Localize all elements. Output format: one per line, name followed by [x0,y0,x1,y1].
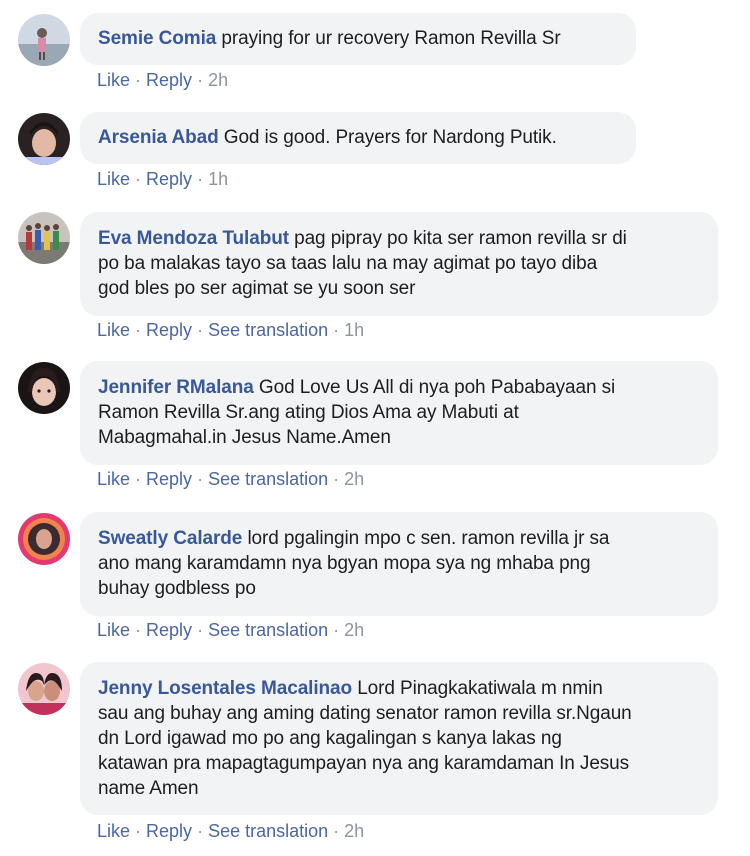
comment-text: Mabagmahal.in Jesus Name.Amen [98,427,391,448]
separator: · [333,821,340,841]
comment-actions: Like · Reply · 2h [97,69,228,91]
separator: · [135,169,142,189]
like-button[interactable]: Like [97,821,130,841]
comment-line: Jennifer RMalana God Love Us All di nya … [98,375,700,400]
like-button[interactable]: Like [97,169,130,189]
separator: · [135,320,142,340]
comment-text: God Love Us All di nya poh Pababayaan si [258,377,616,398]
comment-text: pag pipray po kita ser ramon revilla sr … [294,228,627,249]
avatar[interactable] [18,513,70,565]
comment-bubble: Sweatly Calarde lord pgalingin mpo c sen… [80,512,718,616]
comment-text: Ramon Revilla Sr.ang ating Dios Ama ay M… [98,402,519,423]
timestamp[interactable]: 2h [208,70,228,90]
like-button[interactable]: Like [97,320,130,340]
like-button[interactable]: Like [97,620,130,640]
see-translation-link[interactable]: See translation [208,469,328,489]
separator: · [197,469,204,489]
comment-text: po ba malakas tayo sa taas lalu na may a… [98,253,598,274]
timestamp[interactable]: 2h [344,821,364,841]
comment-text: Lord Pinagkakatiwala m nmin [357,678,603,699]
avatar[interactable] [18,212,70,264]
comment-actions: Like · Reply · See translation · 2h [97,619,364,641]
comment-author[interactable]: Jennifer RMalana [98,377,254,398]
reply-button[interactable]: Reply [146,620,192,640]
separator: · [333,469,340,489]
comment-list: Semie Comia praying for ur recovery Ramo… [0,0,750,856]
comment-author[interactable]: Jenny Losentales Macalinao [98,678,352,699]
reply-button[interactable]: Reply [146,169,192,189]
avatar[interactable] [18,663,70,715]
comment-text: ano mang karamdamn nya bgyan mopa sya ng… [98,553,591,574]
separator: · [333,320,340,340]
comment-actions: Like · Reply · See translation · 2h [97,820,364,842]
comment-text: buhay godbless po [98,578,256,599]
separator: · [135,620,142,640]
see-translation-link[interactable]: See translation [208,320,328,340]
reply-button[interactable]: Reply [146,320,192,340]
comment-author[interactable]: Semie Comia [98,28,216,49]
comment-bubble: Semie Comia praying for ur recovery Ramo… [80,13,636,65]
separator: · [135,821,142,841]
comment-bubble: Jenny Losentales Macalinao Lord Pinagkak… [80,662,718,815]
timestamp[interactable]: 1h [344,320,364,340]
comment-text: dn Lord igawad mo po ang kagalingan s ka… [98,728,562,749]
comment-line: Eva Mendoza Tulabut pag pipray po kita s… [98,226,700,251]
comment-text: lord pgalingin mpo c sen. ramon revilla … [247,528,610,549]
separator: · [197,70,204,90]
separator: · [135,70,142,90]
see-translation-link[interactable]: See translation [208,620,328,640]
comment-text: katawan pra mapagtagumpayan nya ang kara… [98,753,630,774]
separator: · [197,620,204,640]
reply-button[interactable]: Reply [146,469,192,489]
timestamp[interactable]: 2h [344,620,364,640]
like-button[interactable]: Like [97,70,130,90]
comment-author[interactable]: Eva Mendoza Tulabut [98,228,289,249]
comment-bubble: Eva Mendoza Tulabut pag pipray po kita s… [80,212,718,316]
comment-text: god bles po ser agimat se yu soon ser [98,278,416,299]
comment-author[interactable]: Sweatly Calarde [98,528,242,549]
avatar[interactable] [18,362,70,414]
separator: · [135,469,142,489]
comment-actions: Like · Reply · See translation · 1h [97,319,364,341]
separator: · [197,169,204,189]
avatar[interactable] [18,113,70,165]
comment-actions: Like · Reply · 1h [97,168,228,190]
comment-text: praying for ur recovery Ramon Revilla Sr [221,28,561,49]
comment-author[interactable]: Arsenia Abad [98,127,219,148]
comment-line: Jenny Losentales Macalinao Lord Pinagkak… [98,676,700,701]
separator: · [197,320,204,340]
comment-text: God is good. Prayers for Nardong Putik. [223,127,557,148]
avatar[interactable] [18,14,70,66]
comment-actions: Like · Reply · See translation · 2h [97,468,364,490]
comment-bubble: Jennifer RMalana God Love Us All di nya … [80,361,718,465]
comment-bubble: Arsenia Abad God is good. Prayers for Na… [80,112,636,164]
reply-button[interactable]: Reply [146,821,192,841]
see-translation-link[interactable]: See translation [208,821,328,841]
comment-line: Sweatly Calarde lord pgalingin mpo c sen… [98,526,700,551]
separator: · [333,620,340,640]
like-button[interactable]: Like [97,469,130,489]
timestamp[interactable]: 1h [208,169,228,189]
separator: · [197,821,204,841]
timestamp[interactable]: 2h [344,469,364,489]
comment-text: sau ang buhay ang aming dating senator r… [98,703,632,724]
comment-text: name Amen [98,778,199,799]
reply-button[interactable]: Reply [146,70,192,90]
